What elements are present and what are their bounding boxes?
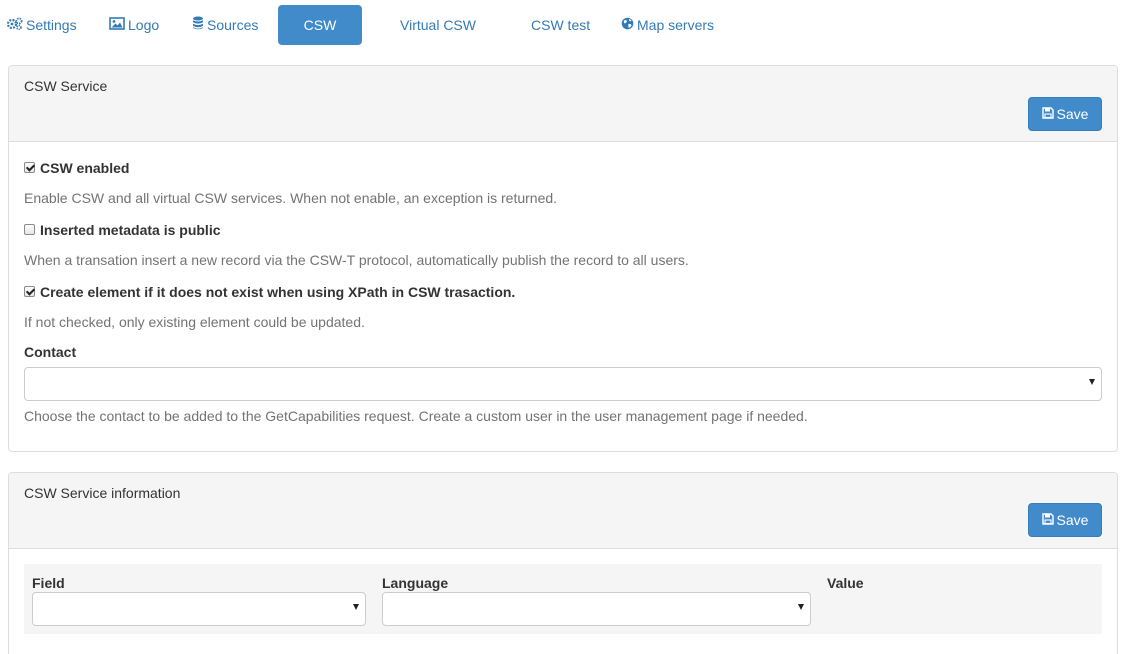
save-button[interactable]: Save	[1028, 503, 1102, 537]
field-select[interactable]	[32, 592, 366, 626]
csw-enabled-option[interactable]: CSW enabled	[24, 160, 129, 176]
metadata-public-label: Inserted metadata is public	[40, 222, 221, 238]
tab-settings-label: Settings	[26, 17, 77, 33]
save-button[interactable]: Save	[1028, 97, 1102, 131]
field-column-header: Field	[32, 575, 65, 591]
value-column-header: Value	[827, 575, 864, 591]
contact-label: Contact	[24, 344, 77, 360]
tab-logo-label: Logo	[128, 17, 160, 33]
csw-enabled-help: Enable CSW and all virtual CSW services.…	[24, 190, 558, 206]
panel-title: CSW Service information	[24, 485, 181, 501]
create-element-help: If not checked, only existing element co…	[24, 314, 365, 330]
panel-title: CSW Service	[24, 78, 108, 94]
tab-sources[interactable]: Sources	[192, 5, 258, 45]
gears-icon	[6, 5, 23, 45]
create-element-label: Create element if it does not exist when…	[40, 284, 516, 300]
save-label: Save	[1056, 512, 1089, 528]
tab-virtual-csw-label: Virtual CSW	[400, 17, 476, 33]
metadata-public-checkbox[interactable]	[24, 223, 35, 235]
caret-down-icon	[1089, 379, 1095, 385]
language-column-header: Language	[382, 575, 449, 591]
tab-map-servers[interactable]: Map servers	[621, 5, 714, 45]
panel-heading: CSW Service Save	[9, 66, 1117, 142]
database-icon	[192, 5, 204, 45]
image-icon	[109, 5, 125, 45]
csw-enabled-checkbox[interactable]	[24, 161, 35, 173]
contact-select[interactable]	[24, 367, 1102, 401]
metadata-public-help: When a transation insert a new record vi…	[24, 252, 689, 268]
panel-heading: CSW Service information Save	[9, 473, 1117, 549]
floppy-disk-icon	[1041, 504, 1054, 536]
tab-logo[interactable]: Logo	[109, 5, 159, 45]
metadata-public-option[interactable]: Inserted metadata is public	[24, 222, 221, 238]
tab-csw-label: CSW	[303, 17, 337, 33]
csw-service-panel: CSW Service Save CSW enabled Enable CSW …	[8, 65, 1118, 452]
create-element-option[interactable]: Create element if it does not exist when…	[24, 284, 515, 300]
csw-enabled-label: CSW enabled	[40, 160, 130, 176]
caret-down-icon	[798, 604, 804, 610]
tab-map-servers-label: Map servers	[637, 17, 715, 33]
create-element-checkbox[interactable]	[24, 285, 35, 297]
tab-settings[interactable]: Settings	[6, 5, 77, 45]
tab-csw-test-label: CSW test	[531, 17, 591, 33]
globe-icon	[621, 5, 634, 45]
contact-help: Choose the contact to be added to the Ge…	[24, 408, 808, 424]
caret-down-icon	[353, 604, 359, 610]
admin-tabs: Settings Logo Sources CSW Virtual CSW CS…	[0, 0, 1134, 48]
save-label: Save	[1056, 106, 1089, 122]
csw-service-info-panel: CSW Service information Save Field Langu…	[8, 472, 1118, 654]
tab-csw[interactable]: CSW	[278, 5, 362, 45]
language-select[interactable]	[382, 592, 811, 626]
floppy-disk-icon	[1041, 98, 1054, 130]
info-table-row: Field Language Value	[24, 564, 1102, 634]
tab-sources-label: Sources	[207, 17, 259, 33]
tab-csw-test[interactable]: CSW test	[531, 5, 590, 45]
tab-virtual-csw[interactable]: Virtual CSW	[400, 5, 476, 45]
